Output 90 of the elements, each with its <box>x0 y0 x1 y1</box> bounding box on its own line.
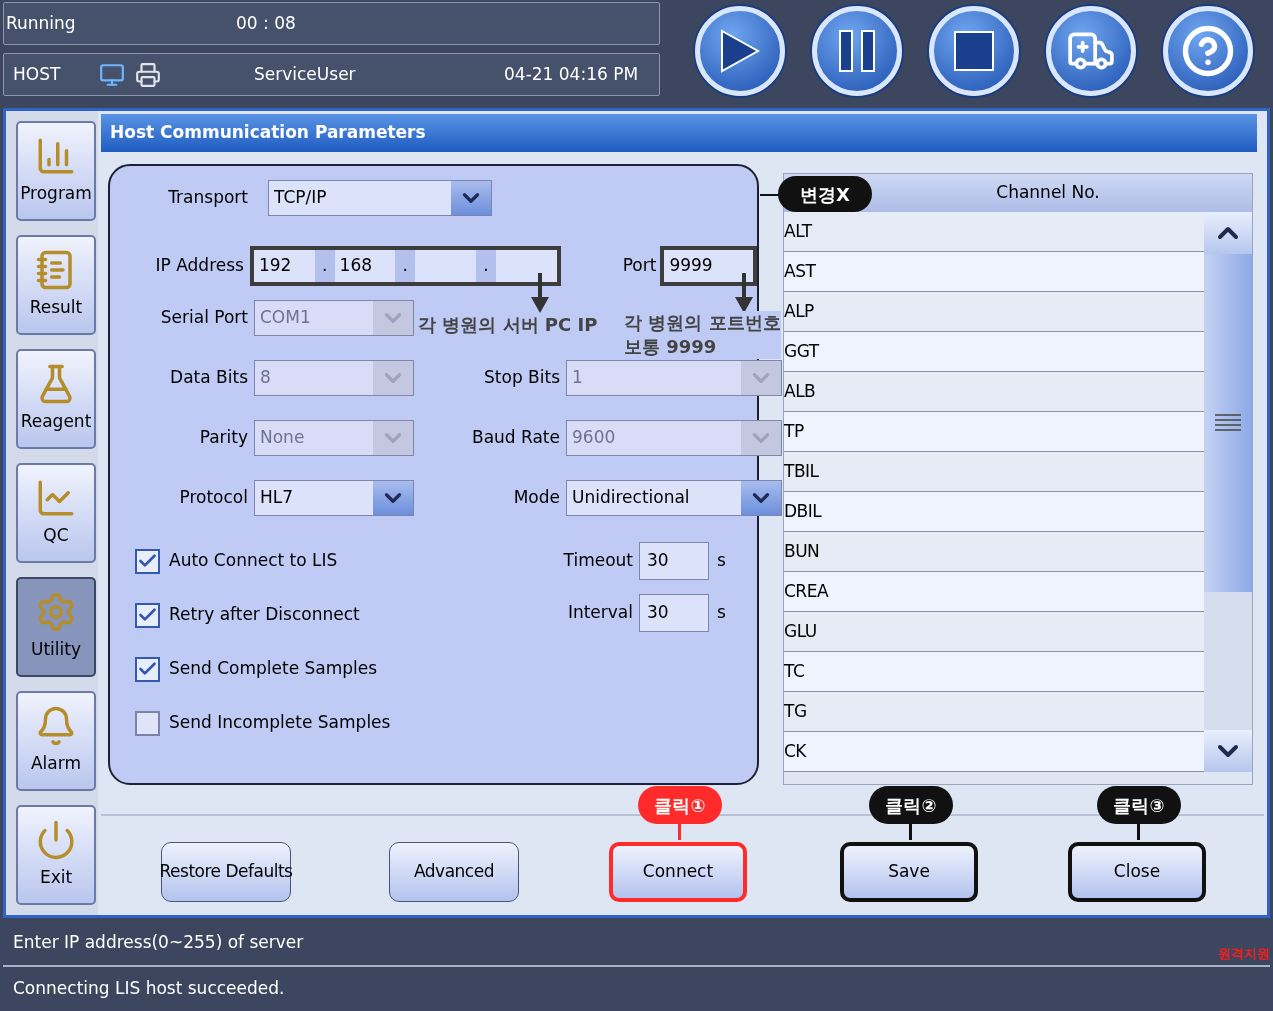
field-label: Timeout <box>562 549 633 573</box>
field-label: Stop Bits <box>483 366 560 390</box>
list-row[interactable]: CK <box>784 732 1204 772</box>
grip-icon <box>1215 413 1241 433</box>
date-time: 04-21 04:16 PM <box>504 62 639 86</box>
host-label: HOST <box>12 62 62 86</box>
field-label: Protocol <box>178 486 248 510</box>
stop-button[interactable] <box>929 6 1019 96</box>
field-label: Interval <box>566 601 633 625</box>
ip-separator: . <box>476 250 496 282</box>
checkbox-label: Send Incomplete Samples <box>169 711 391 735</box>
ip-address-field[interactable]: 192 . 168 . . <box>249 246 561 286</box>
sidebar-item[interactable]: Exit <box>16 805 96 905</box>
list-row[interactable]: DBIL <box>784 492 1204 532</box>
field-label: Baud Rate <box>470 426 560 450</box>
field-label: Data Bits <box>169 366 248 390</box>
callout-label: 클릭② <box>869 786 953 824</box>
overlay-text: 원격지원 <box>1218 945 1270 963</box>
checkbox[interactable] <box>135 548 160 574</box>
list-row[interactable]: AST <box>784 252 1204 292</box>
scroll-up-button[interactable] <box>1204 212 1252 254</box>
unit-label: s <box>717 549 726 573</box>
scroll-down-button[interactable] <box>1204 730 1252 772</box>
annotation-text: 각 병원의 서버 PC IP <box>418 313 598 337</box>
action-button[interactable]: Restore Defaults <box>161 842 291 902</box>
printer-icon <box>135 61 161 88</box>
list-row[interactable]: ALB <box>784 372 1204 412</box>
checkbox-label: Send Complete Samples <box>169 657 378 681</box>
number-field[interactable]: 30 <box>639 594 709 632</box>
sidebar-item[interactable]: Alarm <box>16 691 96 791</box>
scrollbar[interactable] <box>1204 212 1252 772</box>
annotation-text: 각 병원의 포트번호 보통 9999 <box>624 311 781 359</box>
run-state: Running <box>5 11 77 35</box>
checkbox[interactable] <box>135 710 160 736</box>
pause-button[interactable] <box>812 6 902 96</box>
user-name: ServiceUser <box>254 62 357 86</box>
sidebar-item[interactable]: Program <box>16 121 96 221</box>
select-field[interactable]: HL7 <box>254 480 414 516</box>
list-row[interactable]: TP <box>784 412 1204 452</box>
callout-label: 클릭③ <box>1097 786 1181 824</box>
list-row[interactable]: CREA <box>784 572 1204 612</box>
play-button[interactable] <box>695 6 785 96</box>
list-row[interactable]: ALP <box>784 292 1204 332</box>
pause-icon <box>838 30 876 72</box>
callout-label: 클릭① <box>638 786 722 824</box>
field-label: Serial Port <box>159 306 248 330</box>
checkbox[interactable] <box>135 602 160 628</box>
sidebar-item[interactable]: Reagent <box>16 349 96 449</box>
field-label: Mode <box>512 486 560 510</box>
ambulance-button[interactable] <box>1046 6 1136 96</box>
list-row[interactable]: TC <box>784 652 1204 692</box>
action-button[interactable]: Save <box>840 842 978 902</box>
list-row[interactable]: BUN <box>784 532 1204 572</box>
arrow-down <box>735 273 753 313</box>
list-row[interactable]: TBIL <box>784 452 1204 492</box>
list-row[interactable]: ALT <box>784 212 1204 252</box>
checkbox[interactable] <box>135 656 160 682</box>
action-button[interactable]: Close <box>1068 842 1206 902</box>
list-row[interactable]: GGT <box>784 332 1204 372</box>
help-icon <box>1181 24 1235 78</box>
field-label: IP Address <box>154 254 244 278</box>
action-button[interactable]: Advanced <box>389 842 519 902</box>
arrow-down <box>531 273 549 313</box>
annotation-badge: 변경X <box>778 176 872 212</box>
transport-dropdown[interactable]: TCP/IP <box>268 180 492 216</box>
ip-separator: . <box>314 250 335 282</box>
checkbox-label: Auto Connect to LIS <box>169 549 338 573</box>
field-label: Port <box>622 254 657 278</box>
sidebar-item[interactable]: Utility <box>16 577 96 677</box>
status-message: Connecting LIS host succeeded. <box>13 977 285 1001</box>
field-label: Transport <box>167 186 248 210</box>
action-button[interactable]: Connect <box>609 842 747 902</box>
port-field[interactable]: 9999 <box>660 246 757 286</box>
status-message: Enter IP address(0~255) of server <box>13 931 304 955</box>
list-row[interactable]: GLU <box>784 612 1204 652</box>
number-field[interactable]: 30 <box>639 542 709 580</box>
sidebar-item[interactable]: Result <box>16 235 96 335</box>
ip-separator: . <box>395 250 416 282</box>
elapsed-time: 00 : 08 <box>236 11 296 35</box>
panel-title: Host Communication Parameters <box>110 121 426 145</box>
select-field[interactable]: Unidirectional <box>566 480 782 516</box>
unit-label: s <box>717 601 726 625</box>
field-label: Parity <box>198 426 248 450</box>
computer-icon <box>99 61 125 88</box>
checkbox-label: Retry after Disconnect <box>169 603 360 627</box>
play-icon <box>720 29 760 73</box>
help-button[interactable] <box>1163 6 1253 96</box>
list-row[interactable]: TG <box>784 692 1204 732</box>
sidebar-item[interactable]: QC <box>16 463 96 563</box>
stop-icon <box>954 31 994 71</box>
